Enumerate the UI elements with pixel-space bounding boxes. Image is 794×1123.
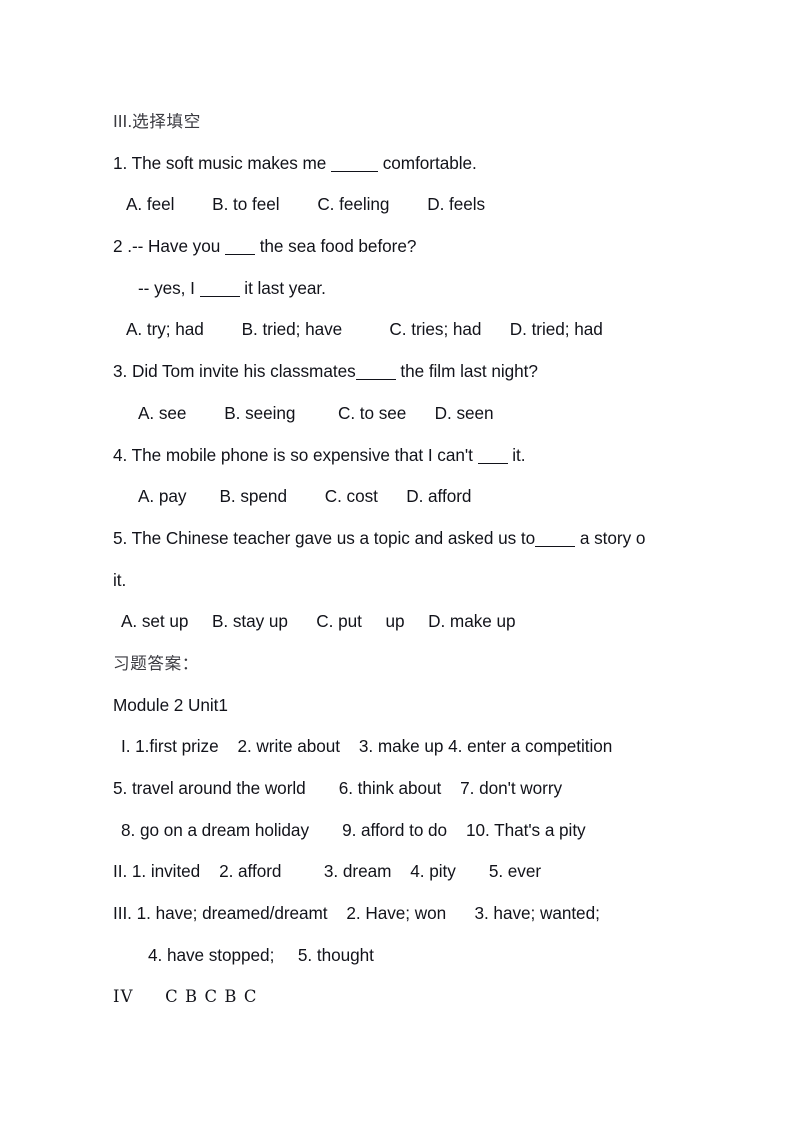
blank-fill-icon [355, 366, 396, 381]
question-5-stem-before: 5. The Chinese teacher gave us a topic a… [113, 527, 536, 548]
section-heading-title: 选择填空 [132, 112, 201, 131]
question-5-stem-continuation: it. [113, 569, 127, 590]
answers-final-line: IV C B C B C [113, 976, 713, 1018]
answers-line-4: II. 1. invited 2. afford 3. dream 4. pit… [113, 861, 542, 882]
question-2-stem-after: the sea food before? [254, 236, 417, 257]
question-5-stem: 5. The Chinese teacher gave us a topic a… [113, 518, 713, 560]
question-5-options: A. set up B. stay up C. put up D. make u… [121, 611, 516, 632]
section-heading-numeral: III. [113, 111, 133, 131]
answers-line-5: III. 1. have; dreamed/dreamt 2. Have; wo… [113, 903, 600, 924]
question-3-stem: 3. Did Tom invite his classmates the fil… [113, 351, 713, 393]
answers-heading-text: 习题答案： [113, 653, 199, 673]
question-2-reply-before: -- yes, I [138, 277, 200, 298]
document-page: III.选择填空 1. The soft music makes me comf… [0, 0, 794, 1123]
question-1-stem: 1. The soft music makes me comfortable. [113, 143, 713, 185]
blank-fill-icon [224, 241, 255, 256]
answers-line-6: 4. have stopped; 5. thought [148, 944, 374, 965]
blank-fill-icon [535, 533, 576, 547]
answers-line-3: 8. go on a dream holiday 9. afford to do… [121, 819, 586, 840]
answers-heading: 习题答案： [113, 643, 713, 685]
question-2-options: A. try; had B. tried; have C. tries; had… [126, 319, 603, 340]
blank-fill-icon [199, 283, 240, 297]
question-2-stem: 2 .-- Have you the sea food before? [113, 226, 713, 268]
question-4-stem: 4. The mobile phone is so expensive that… [113, 435, 713, 477]
answers-final-numeral: IV [113, 987, 134, 1007]
question-4-options: A. pay B. spend C. cost D. afford [138, 486, 472, 507]
question-3-options: A. see B. seeing C. to see D. seen [138, 402, 494, 423]
answers-line-2: 5. travel around the world 6. think abou… [113, 778, 563, 798]
question-4-stem-after: it. [507, 444, 526, 465]
answers-line-1: I. 1.first prize 2. write about 3. make … [121, 736, 613, 757]
blank-fill-icon [477, 450, 508, 464]
question-2-reply: -- yes, I it last year. [113, 268, 713, 310]
question-1-options: A. feel B. to feel C. feeling D. feels [126, 194, 486, 215]
answers-module-title: Module 2 Unit1 [113, 694, 228, 715]
question-3-stem-after: the film last night? [395, 361, 538, 382]
answers-final-spacer [134, 987, 166, 1006]
question-3-stem-before: 3. Did Tom invite his classmates [113, 361, 356, 382]
question-2-stem-before: 2 .-- Have you [113, 236, 225, 257]
document-body: III.选择填空 1. The soft music makes me comf… [113, 101, 713, 1018]
blank-fill-icon [331, 158, 379, 172]
question-1-stem-before: 1. The soft music makes me [113, 152, 332, 173]
question-5-stem-after: a story o [575, 527, 646, 548]
question-2-reply-after: it last year. [239, 277, 326, 298]
answers-final-keys: C B C B C [165, 987, 258, 1007]
question-1-stem-after: comfortable. [378, 152, 477, 173]
question-4-stem-before: 4. The mobile phone is so expensive that… [113, 444, 478, 465]
section-heading: III.选择填空 [113, 101, 713, 143]
